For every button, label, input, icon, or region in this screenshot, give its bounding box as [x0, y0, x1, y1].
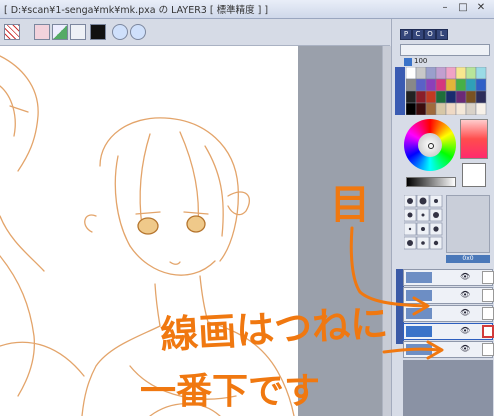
annotation-eye-label: 目 — [330, 182, 370, 228]
annotation-line2: 一番下です — [140, 371, 321, 412]
